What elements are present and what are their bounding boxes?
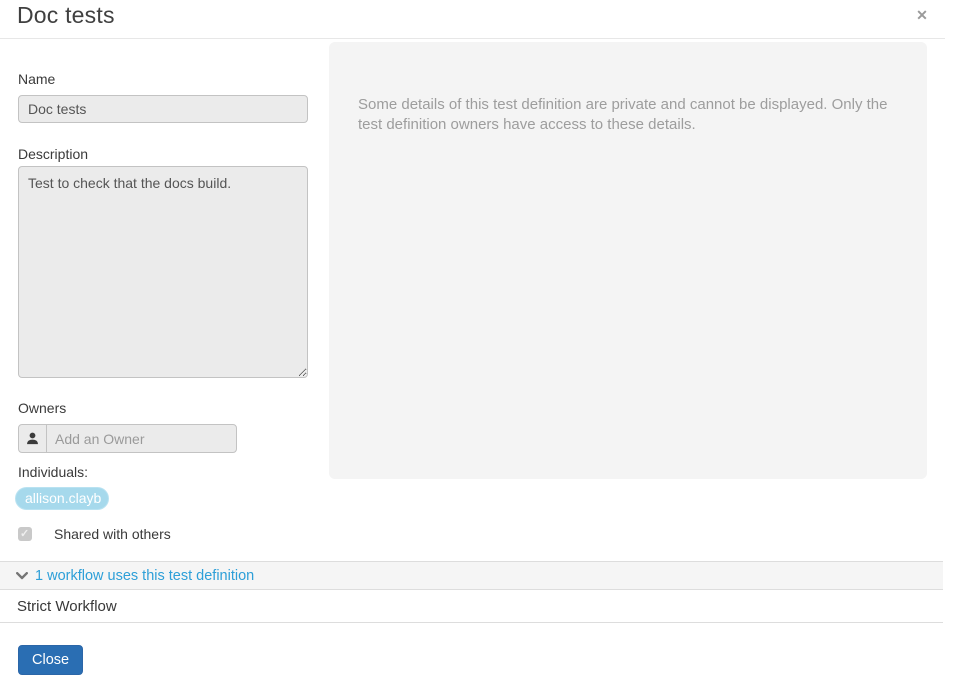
add-owner-input[interactable] bbox=[47, 425, 236, 452]
private-details-text: Some details of this test definition are… bbox=[358, 95, 913, 135]
shared-with-others-label: Shared with others bbox=[54, 526, 171, 542]
description-label: Description bbox=[18, 146, 88, 162]
shared-with-others-row: Shared with others bbox=[18, 526, 171, 542]
name-label: Name bbox=[18, 71, 55, 87]
description-textarea[interactable]: Test to check that the docs build. bbox=[18, 166, 308, 378]
page-title: Doc tests bbox=[17, 2, 115, 29]
add-owner-group bbox=[18, 424, 237, 453]
close-button[interactable]: Close bbox=[18, 645, 83, 675]
name-input[interactable] bbox=[18, 95, 308, 123]
person-icon bbox=[19, 425, 47, 452]
close-icon[interactable]: ✕ bbox=[913, 6, 931, 24]
owners-label: Owners bbox=[18, 400, 66, 416]
workflow-list-item[interactable]: Strict Workflow bbox=[0, 590, 943, 623]
private-details-panel: Some details of this test definition are… bbox=[329, 42, 927, 479]
individuals-label: Individuals: bbox=[18, 464, 88, 480]
title-divider bbox=[0, 38, 945, 39]
checkbox-checked-icon[interactable] bbox=[18, 527, 32, 541]
chevron-down-icon bbox=[16, 572, 28, 580]
workflow-usage-label: 1 workflow uses this test definition bbox=[35, 568, 254, 584]
workflow-usage-header[interactable]: 1 workflow uses this test definition bbox=[0, 561, 943, 590]
workflow-name: Strict Workflow bbox=[17, 598, 117, 615]
owner-tag[interactable]: allison.clayb bbox=[15, 487, 109, 510]
